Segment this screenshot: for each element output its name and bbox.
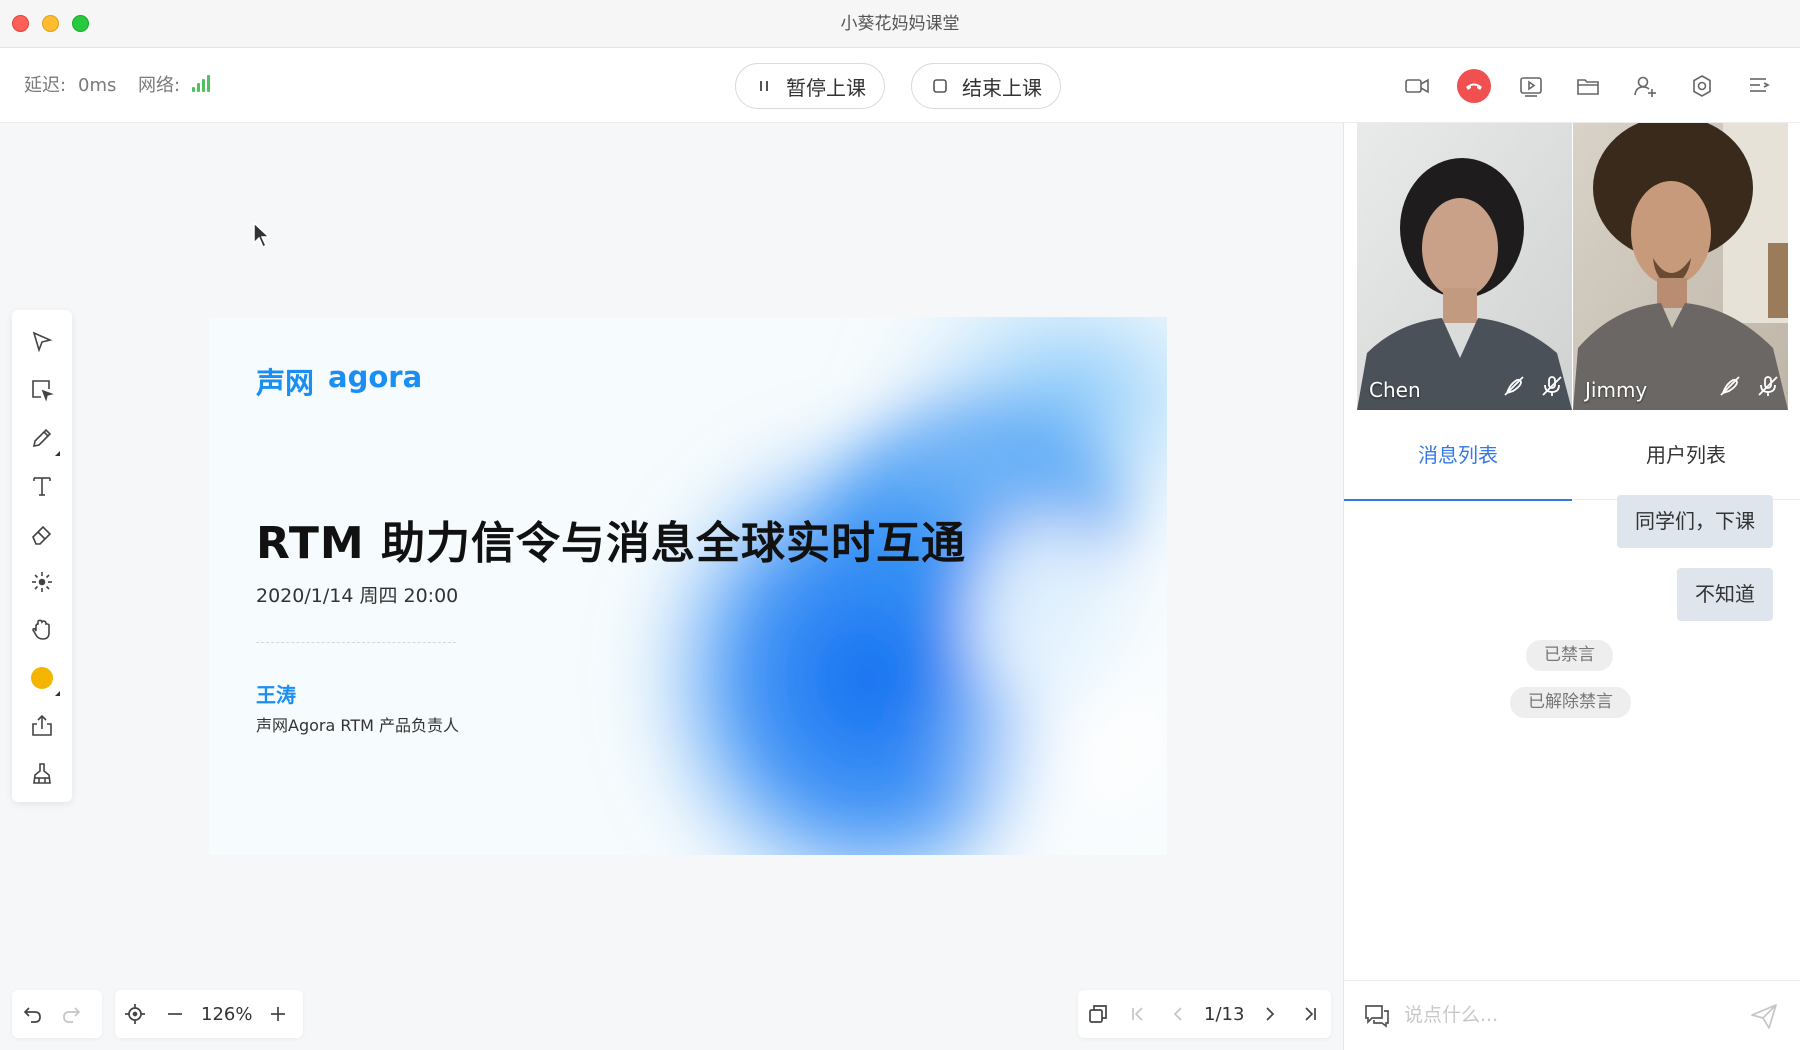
folder-icon[interactable] — [1572, 70, 1604, 102]
pause-class-button[interactable]: 暂停上课 — [735, 63, 885, 109]
text-icon[interactable] — [26, 470, 58, 502]
slide-logo-cn: 声网 — [256, 366, 315, 400]
page-controls: 1/13 — [1078, 990, 1331, 1038]
system-notice: 已解除禁言 — [1510, 687, 1631, 718]
locate-icon[interactable] — [115, 990, 155, 1038]
video-feed-jimmy — [1573, 123, 1788, 410]
mouse-cursor-icon — [253, 221, 271, 249]
add-user-icon[interactable] — [1629, 70, 1661, 102]
zoom-level: 126% — [201, 1003, 253, 1025]
pause-icon — [754, 76, 774, 96]
end-class-label: 结束上课 — [962, 75, 1042, 100]
media-icon[interactable] — [1515, 70, 1547, 102]
color-icon[interactable] — [26, 662, 60, 696]
tab-messages[interactable]: 消息列表 — [1344, 410, 1572, 501]
tab-users[interactable]: 用户列表 — [1572, 410, 1800, 500]
upload-icon[interactable] — [26, 710, 58, 742]
prev-page-icon[interactable] — [1158, 990, 1198, 1038]
video-tile-chen[interactable]: Chen — [1357, 123, 1572, 410]
send-icon[interactable] — [1749, 1001, 1779, 1031]
slide: 声网 agora RTM 助力信令与消息全球实时互通 2020/1/14 周四 … — [209, 317, 1167, 855]
camera-icon[interactable] — [1401, 70, 1433, 102]
eraser-icon[interactable] — [26, 518, 58, 550]
camera-off-icon[interactable] — [1502, 374, 1526, 402]
latency-value: 0ms — [78, 75, 117, 96]
hand-icon[interactable] — [26, 614, 58, 646]
select-icon[interactable] — [26, 326, 58, 358]
zoom-controls: 126% — [115, 990, 303, 1038]
drawing-toolbar — [12, 310, 72, 802]
camera-off-icon[interactable] — [1718, 374, 1742, 402]
video-feed-chen — [1357, 123, 1572, 410]
tab-active-indicator — [1344, 499, 1572, 501]
slide-title: RTM 助力信令与消息全球实时互通 — [256, 518, 967, 569]
mic-off-icon[interactable] — [1756, 374, 1780, 402]
page-indicator: 1/13 — [1204, 1003, 1245, 1025]
undo-icon[interactable] — [12, 990, 52, 1038]
chat-input-bar — [1344, 980, 1800, 1050]
slide-logo: 声网 agora — [256, 360, 422, 402]
zoom-out-icon[interactable] — [155, 990, 195, 1038]
system-notice: 已禁言 — [1526, 640, 1613, 671]
laser-icon[interactable] — [26, 566, 58, 598]
video-name-chen: Chen — [1369, 378, 1421, 402]
zoom-in-icon[interactable] — [258, 990, 298, 1038]
pencil-icon[interactable] — [26, 422, 60, 456]
slide-logo-en: agora — [328, 360, 423, 394]
top-toolbar: 延迟: 0ms 网络: 暂停上课 结束上课 — [0, 48, 1800, 123]
stop-icon — [930, 76, 950, 96]
slide-role: 声网Agora RTM 产品负责人 — [256, 716, 459, 735]
next-page-icon[interactable] — [1250, 990, 1290, 1038]
panel-tabs: 消息列表 用户列表 — [1344, 410, 1800, 501]
selector-icon[interactable] — [26, 374, 58, 406]
clear-icon[interactable] — [26, 758, 58, 790]
network-label: 网络: — [138, 75, 181, 96]
tab-messages-label: 消息列表 — [1418, 443, 1498, 467]
settings-icon[interactable] — [1686, 70, 1718, 102]
first-page-icon[interactable] — [1118, 990, 1158, 1038]
redo-icon[interactable] — [52, 990, 92, 1038]
end-class-button[interactable]: 结束上课 — [911, 63, 1061, 109]
chat-icon — [1365, 1005, 1389, 1028]
message-bubble: 不知道 — [1677, 568, 1773, 621]
right-panel: Chen Jimmy 消息列表 用户列表 同学们，下课 不知道 已禁言 已解除禁… — [1343, 123, 1800, 1050]
title-bar: 小葵花妈妈课堂 — [0, 0, 1800, 48]
chat-input[interactable] — [1404, 995, 1734, 1035]
last-page-icon[interactable] — [1290, 990, 1330, 1038]
network-signal-icon — [192, 74, 210, 92]
slide-speaker: 王涛 — [256, 683, 296, 707]
video-tile-jimmy[interactable]: Jimmy — [1573, 123, 1788, 410]
message-bubble: 同学们，下课 — [1617, 495, 1773, 548]
window-title: 小葵花妈妈课堂 — [840, 14, 960, 34]
menu-icon[interactable] — [1743, 70, 1775, 102]
pause-class-label: 暂停上课 — [786, 75, 866, 100]
hangup-icon[interactable] — [1457, 69, 1491, 103]
mic-off-icon[interactable] — [1540, 374, 1564, 402]
history-controls — [12, 990, 102, 1038]
latency-label: 延迟: — [24, 75, 67, 96]
tab-users-label: 用户列表 — [1646, 443, 1726, 467]
pages-icon[interactable] — [1078, 990, 1118, 1038]
video-name-jimmy: Jimmy — [1585, 378, 1648, 402]
slide-date: 2020/1/14 周四 20:00 — [256, 585, 459, 607]
slide-divider — [256, 642, 456, 643]
